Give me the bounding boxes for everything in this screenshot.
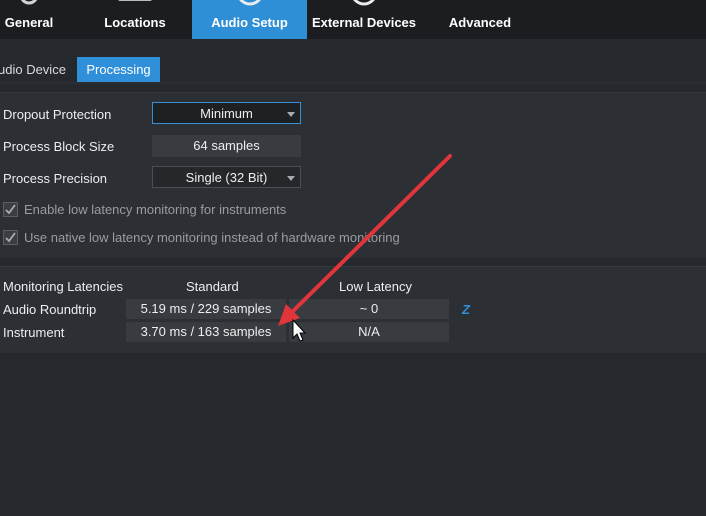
monitoring-latencies-header: Monitoring Latencies (3, 279, 123, 294)
instrument-standard: 3.70 ms / 163 samples (126, 322, 286, 342)
tab-locations-label: Locations (104, 15, 166, 30)
audio-roundtrip-standard: 5.19 ms / 229 samples (126, 299, 286, 319)
tab-audio-device[interactable]: udio Device (0, 57, 70, 82)
chevron-down-icon (287, 176, 295, 181)
audio-roundtrip-low: ~ 0 (289, 299, 449, 319)
tab-advanced[interactable]: Advanced (440, 0, 520, 39)
low-latency-instruments-row: Enable low latency monitoring for instru… (3, 202, 286, 217)
process-block-size-label: Process Block Size (3, 139, 115, 154)
dropout-protection-select[interactable]: Minimum (152, 102, 301, 124)
process-precision-value: Single (32 Bit) (185, 170, 268, 185)
instrument-low: N/A (289, 322, 449, 342)
low-latency-column-header: Low Latency (339, 279, 412, 294)
native-low-latency-row: Use native low latency monitoring instea… (3, 230, 400, 245)
gear-icon (460, 0, 500, 10)
process-block-size-value: 64 samples (152, 135, 301, 157)
speaker-icon (238, 0, 261, 6)
checkmark-icon (5, 204, 16, 215)
audio-roundtrip-label: Audio Roundtrip (3, 302, 97, 317)
tab-advanced-label: Advanced (448, 15, 512, 30)
native-low-latency-checkbox[interactable] (3, 230, 18, 245)
tab-processing[interactable]: Processing (77, 57, 160, 82)
process-precision-select[interactable]: Single (32 Bit) (152, 166, 301, 188)
tab-general[interactable]: General (0, 0, 68, 39)
tab-external-devices-label: External Devices (311, 15, 417, 30)
tab-audio-setup-label: Audio Setup (211, 15, 288, 30)
tab-general-label: General (4, 15, 54, 30)
dropout-protection-label: Dropout Protection (3, 107, 112, 122)
tab-external-devices[interactable]: External Devices (311, 0, 417, 39)
instrument-label: Instrument (3, 325, 65, 340)
process-precision-label: Process Precision (3, 171, 108, 186)
z-link[interactable]: Z (462, 302, 470, 317)
category-tab-bar: General Locations Audio Setup External D… (0, 0, 706, 39)
dropout-protection-value: Minimum (200, 106, 253, 121)
low-latency-instruments-label: Enable low latency monitoring for instru… (24, 202, 287, 217)
tab-audio-setup[interactable]: Audio Setup (192, 0, 307, 39)
gear-icon (20, 0, 38, 5)
sub-tab-divider (0, 82, 706, 84)
chevron-down-icon (287, 112, 295, 117)
checkmark-icon (5, 232, 16, 243)
standard-column-header: Standard (186, 279, 239, 294)
native-low-latency-label: Use native low latency monitoring instea… (24, 230, 400, 245)
tab-locations[interactable]: Locations (96, 0, 174, 39)
low-latency-instruments-checkbox[interactable] (3, 202, 18, 217)
device-icon (353, 0, 375, 6)
folder-icon (118, 0, 152, 1)
process-block-size-text: 64 samples (193, 138, 260, 153)
